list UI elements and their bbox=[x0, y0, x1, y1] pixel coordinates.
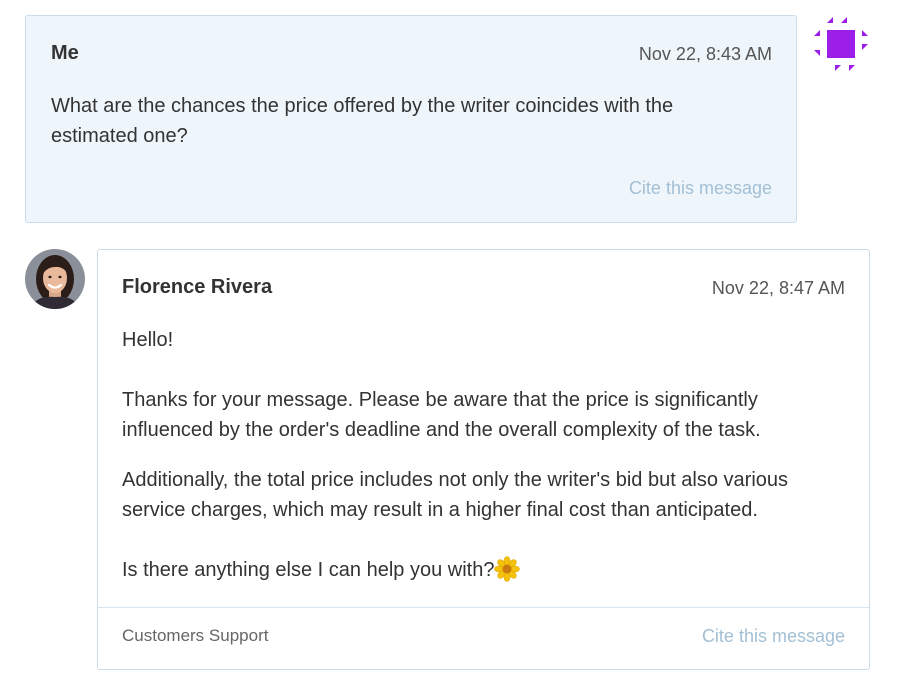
my-avatar-icon bbox=[811, 14, 871, 74]
support-agent-avatar bbox=[25, 249, 85, 309]
message-timestamp: Nov 22, 8:47 AM bbox=[711, 278, 845, 298]
message-timestamp: Nov 22, 8:43 AM bbox=[638, 44, 772, 64]
cite-message-link[interactable]: Cite this message bbox=[702, 626, 845, 647]
message-paragraph-last: Is there anything else I can help you wi… bbox=[122, 555, 842, 585]
message-paragraph: Additionally, the total price includes n… bbox=[122, 469, 789, 521]
cite-message-link[interactable]: Cite this message bbox=[629, 178, 772, 199]
message-text: Hello! Thanks for your message. Please b… bbox=[122, 325, 842, 585]
message-text: What are the chances the price offered b… bbox=[51, 95, 674, 147]
message-paragraph: Is there anything else I can help you wi… bbox=[122, 559, 495, 581]
sunflower-icon bbox=[494, 556, 521, 582]
my-message-card: Me Nov 22, 8:43 AM What are the chances … bbox=[25, 15, 797, 223]
sender-role: Customers Support bbox=[122, 626, 269, 645]
message-footer: Customers Support Cite this message bbox=[98, 607, 869, 670]
message-paragraph: Thanks for your message. Please be aware… bbox=[122, 389, 761, 441]
support-message-card: Florence Rivera Nov 22, 8:47 AM Hello! T… bbox=[97, 249, 870, 670]
message-author: Florence Rivera bbox=[122, 276, 273, 298]
message-author: Me bbox=[51, 42, 79, 64]
message-paragraph: Hello! bbox=[122, 329, 174, 351]
